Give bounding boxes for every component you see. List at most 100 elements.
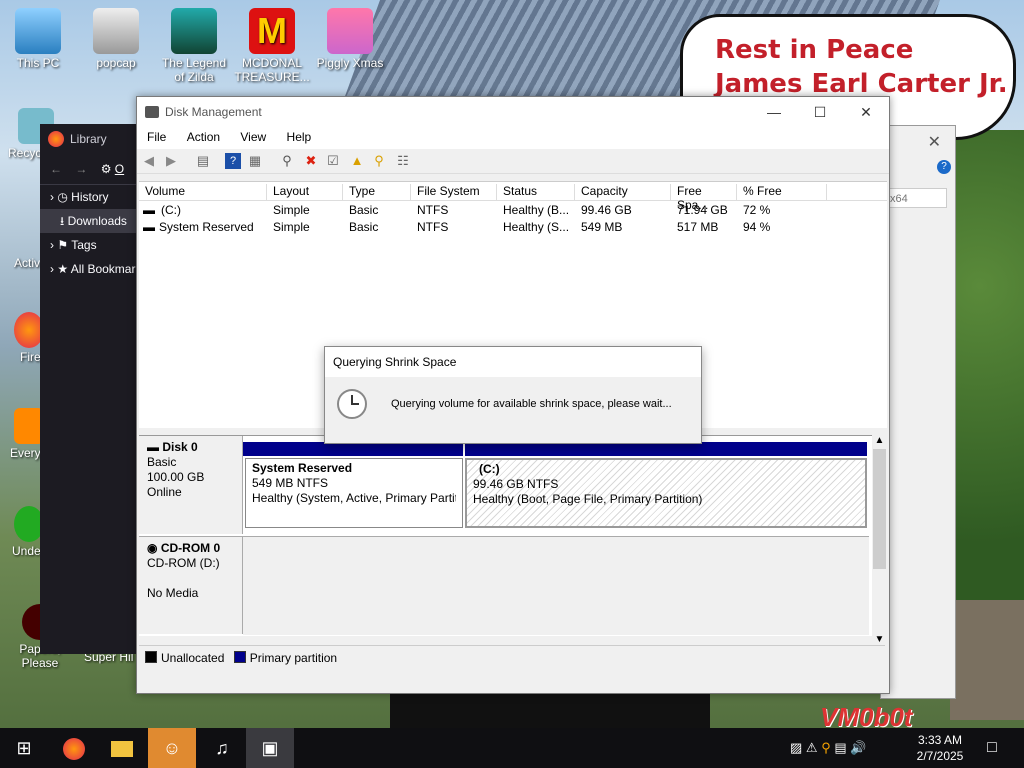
col-volume[interactable]: Volume	[139, 184, 267, 200]
desktop-icon-popcap[interactable]: popcap	[78, 8, 154, 70]
forward-arrow-icon[interactable]: →	[75, 162, 87, 176]
background-window: ✕ ? x64	[880, 125, 956, 699]
media-app-icon[interactable]: ♫	[198, 728, 246, 768]
library-item-bookmarks[interactable]: › ★ All Bookmarks	[40, 257, 150, 281]
clock-icon: ◷	[57, 190, 68, 204]
shield-icon[interactable]: ▨	[790, 740, 802, 755]
clock-icon	[337, 389, 367, 419]
back-arrow-icon[interactable]: ←	[50, 162, 62, 176]
network-warning-icon[interactable]: ⚠	[806, 740, 818, 755]
menu-view[interactable]: View	[230, 127, 273, 144]
drive-icon: ▬	[143, 220, 155, 234]
search-input[interactable]: x64	[885, 188, 947, 208]
mcdonalds-icon: M	[249, 8, 295, 54]
col-capacity[interactable]: Capacity	[575, 184, 671, 200]
wallpaper-figure	[390, 690, 710, 730]
disk-graph-view: ▬ Disk 0 Basic 100.00 GB Online System R…	[139, 435, 885, 636]
desktop-icon-firefox[interactable]: Fire	[0, 312, 44, 364]
col-percent-free[interactable]: % Free	[737, 184, 827, 200]
scroll-down-icon[interactable]: ▼	[872, 634, 887, 645]
table-row[interactable]: ▬ (C:) Simple Basic NTFS Healthy (B... 9…	[139, 201, 887, 218]
partition-bar	[243, 442, 463, 456]
people-app-icon[interactable]: ☺	[148, 728, 196, 768]
col-free-space[interactable]: Free Spa...	[671, 184, 737, 212]
partition-c[interactable]: (C:) 99.46 GB NTFS Healthy (Boot, Page F…	[465, 458, 867, 528]
chevron-right-icon: ›	[50, 190, 54, 204]
menu-file[interactable]: File	[137, 127, 173, 144]
library-item-tags[interactable]: › ⚑ Tags	[40, 233, 150, 257]
folder-icon	[93, 8, 139, 54]
file-explorer-icon[interactable]	[98, 728, 146, 768]
wallpaper-tree	[950, 130, 1024, 650]
querying-shrink-dialog: Querying Shrink Space Querying volume fo…	[324, 346, 702, 444]
help-icon[interactable]: ?	[225, 153, 241, 169]
cdrom-area	[243, 536, 869, 635]
network-icon[interactable]: ▤	[834, 740, 846, 755]
help-icon[interactable]: ?	[937, 160, 951, 174]
col-type[interactable]: Type	[343, 184, 411, 200]
desktop-icon-recycle[interactable]: Recyc	[0, 108, 54, 160]
menu-action[interactable]: Action	[177, 127, 227, 144]
taskbar: ⊞ ☺ ♫ ▣ ▨ ⚠ ⚲ ▤ 🔊 3:33 AM 2/7/2025 □	[0, 728, 1024, 768]
firefox-library-window: Library ← → ⚙ O › ◷ History ⭳ Downloads …	[40, 124, 150, 654]
forward-icon[interactable]: ▶	[163, 153, 179, 169]
star-icon: ★	[57, 262, 69, 276]
desktop-icon-every[interactable]: Every	[0, 408, 44, 460]
volume-icon[interactable]: 🔊	[850, 740, 866, 755]
table-row[interactable]: ▬ System Reserved Simple Basic NTFS Heal…	[139, 218, 887, 235]
search-folder-icon[interactable]: ⚲	[371, 153, 387, 169]
window-title: Disk Management	[165, 105, 262, 119]
back-icon[interactable]: ◀	[141, 153, 157, 169]
vertical-scrollbar[interactable]: ▲ ▼	[872, 435, 887, 645]
desktop-icon-mcdonal[interactable]: M MCDONAL TREASURE...	[234, 8, 310, 84]
tag-icon: ⚑	[57, 238, 69, 252]
scroll-up-icon[interactable]: ▲	[872, 435, 887, 447]
minimize-button[interactable]: —	[751, 97, 797, 127]
volume-list-header: Volume Layout Type File System Status Ca…	[139, 182, 887, 212]
cdrom0-info[interactable]: ◉ CD-ROM 0 CD-ROM (D:) No Media	[139, 536, 243, 634]
cdrom-icon: ◉	[147, 541, 158, 555]
speech-line-1: Rest in Peace	[715, 35, 914, 65]
library-item-downloads[interactable]: ⭳ Downloads	[40, 209, 150, 233]
start-button[interactable]: ⊞	[0, 728, 48, 768]
gear-icon[interactable]: ⚙	[101, 162, 112, 176]
disk-management-taskbar-icon[interactable]: ▣	[246, 728, 294, 768]
col-file-system[interactable]: File System	[411, 184, 497, 200]
connect-icon[interactable]: ⚲	[279, 153, 295, 169]
desktop-icon-piggly[interactable]: Piggly Xmas	[312, 8, 388, 70]
desktop-icon-activ[interactable]: Activ	[0, 256, 40, 270]
close-button[interactable]: ✕	[843, 97, 889, 127]
clock[interactable]: 3:33 AM 2/7/2025	[914, 732, 966, 764]
title-bar: Disk Management — ☐ ✕	[137, 97, 889, 127]
tray-icons: ▨ ⚠ ⚲ ▤ 🔊	[790, 728, 866, 768]
chevron-right-icon: ›	[50, 238, 54, 252]
desktop-icon-unde[interactable]: Unde	[0, 506, 44, 558]
check-icon[interactable]: ☑	[325, 153, 341, 169]
search-icon[interactable]: ⚲	[821, 740, 831, 755]
list-view-icon[interactable]: ☷	[395, 153, 411, 169]
scroll-thumb[interactable]	[873, 449, 886, 569]
maximize-button[interactable]: ☐	[797, 97, 843, 127]
delete-icon[interactable]: ✖	[303, 153, 319, 169]
dialog-message: Querying volume for available shrink spa…	[391, 398, 672, 410]
partition-system-reserved[interactable]: System Reserved 549 MB NTFS Healthy (Sys…	[245, 458, 463, 528]
disk-management-icon	[145, 106, 159, 118]
notifications-icon[interactable]: □	[968, 728, 1016, 768]
firefox-icon	[48, 131, 64, 147]
computer-icon	[15, 8, 61, 54]
folder-up-icon[interactable]: ▲	[349, 153, 365, 169]
col-status[interactable]: Status	[497, 184, 575, 200]
menu-help[interactable]: Help	[277, 127, 319, 144]
col-layout[interactable]: Layout	[267, 184, 343, 200]
desktop-icon-this-pc[interactable]: This PC	[0, 8, 76, 70]
organize-menu[interactable]: O	[115, 162, 124, 176]
library-item-history[interactable]: › ◷ History	[40, 185, 150, 209]
menu-bar: File Action View Help	[137, 127, 889, 149]
disk0-info[interactable]: ▬ Disk 0 Basic 100.00 GB Online	[139, 436, 243, 534]
console-tree-icon[interactable]: ▤	[195, 153, 211, 169]
close-icon[interactable]: ✕	[928, 132, 941, 152]
desktop-icon-zilda[interactable]: The Legend of Zilda	[156, 8, 232, 84]
properties-icon[interactable]: ▦	[247, 153, 263, 169]
firefox-taskbar-icon[interactable]	[50, 728, 98, 768]
legend-swatch-primary	[233, 651, 246, 663]
